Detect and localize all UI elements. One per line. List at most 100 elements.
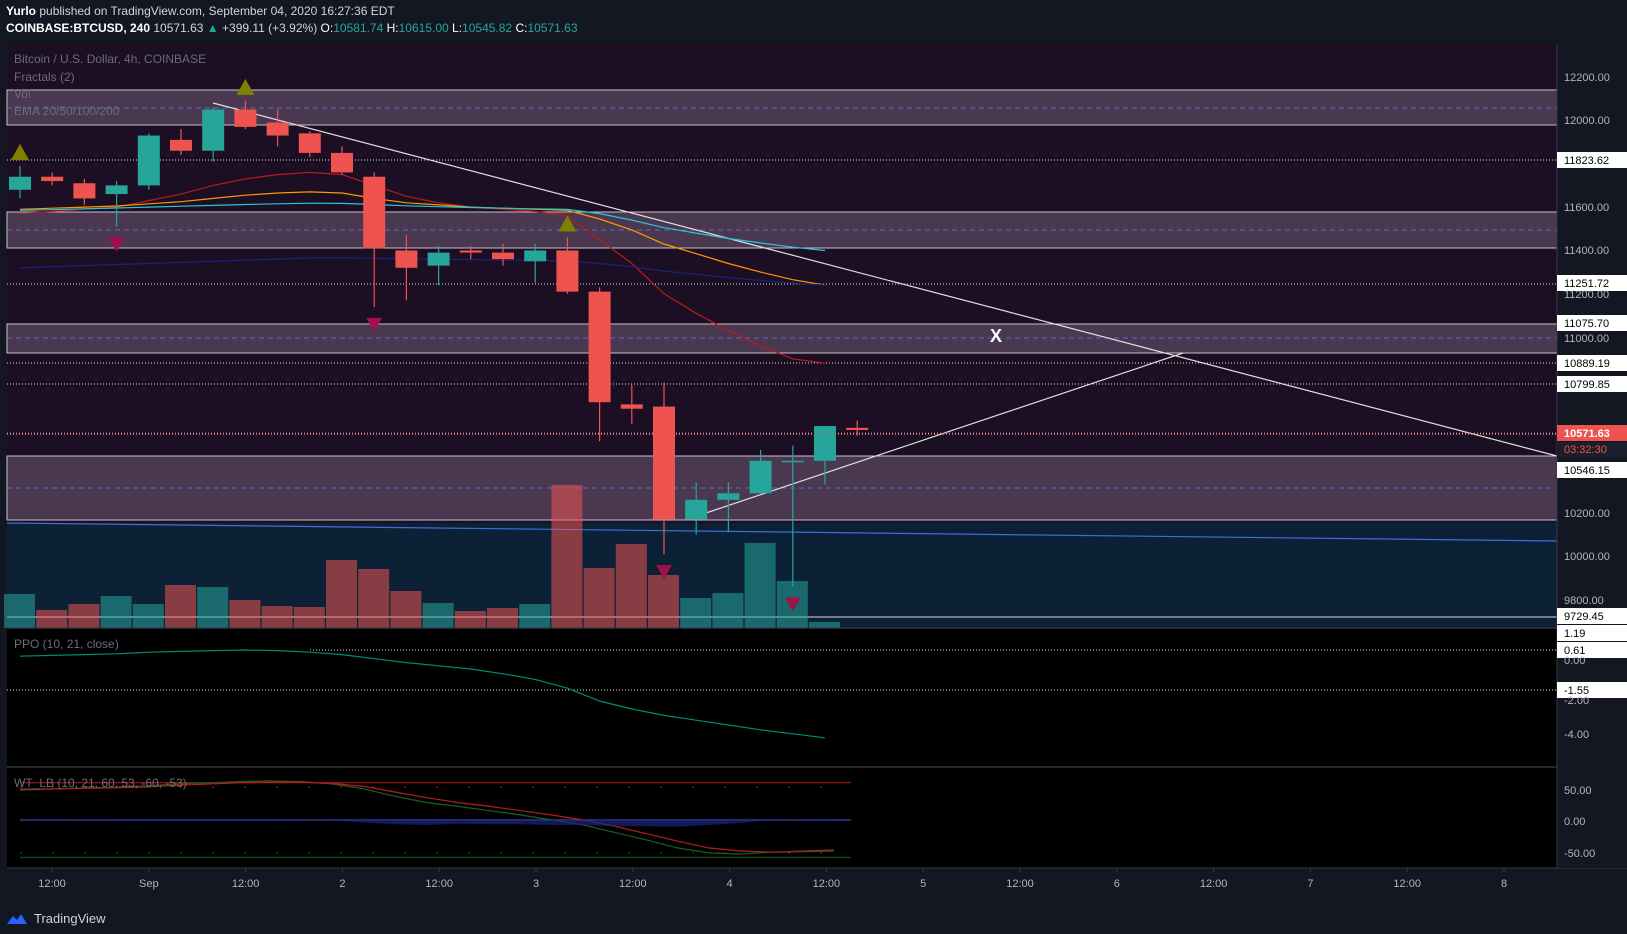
wt-tick-label: 50.00 bbox=[1564, 785, 1592, 797]
price-tick-label: 11400.00 bbox=[1564, 245, 1609, 257]
candle-body bbox=[588, 291, 611, 403]
candle-body bbox=[363, 176, 386, 249]
ppo-tick-label: -2.00 bbox=[1564, 695, 1589, 707]
price-tick-label: 11200.00 bbox=[1564, 289, 1609, 301]
price-tick-label: 10200.00 bbox=[1564, 508, 1610, 520]
time-tick-label: 12:00 bbox=[232, 878, 260, 890]
volume-bar bbox=[390, 591, 422, 628]
brand-label: TradingView bbox=[34, 911, 106, 926]
candle-body bbox=[653, 406, 675, 520]
candle-body bbox=[814, 426, 836, 461]
volume-bar bbox=[197, 587, 229, 628]
candle-body bbox=[41, 176, 64, 182]
candle-body bbox=[137, 135, 160, 186]
time-tick-label: 7 bbox=[1307, 878, 1313, 890]
volume-bar bbox=[744, 543, 776, 628]
candle-body bbox=[556, 250, 579, 292]
ppo-tick-label: 1.19 bbox=[1564, 628, 1585, 640]
candle-body bbox=[105, 185, 128, 195]
candle-body bbox=[846, 427, 869, 430]
volume-bar bbox=[487, 608, 518, 628]
volume-bar bbox=[519, 604, 551, 628]
ppo-tick-label: -4.00 bbox=[1564, 729, 1589, 741]
price-tick-label: 10000.00 bbox=[1564, 551, 1610, 563]
tradingview-logo[interactable]: TradingView bbox=[6, 911, 106, 926]
volume-bar bbox=[454, 611, 486, 628]
time-tick-label: 8 bbox=[1501, 878, 1507, 890]
volume-bar bbox=[165, 585, 196, 628]
time-tick-label: 12:00 bbox=[38, 878, 66, 890]
candle-body bbox=[492, 252, 514, 260]
wt-tick-label: 0.00 bbox=[1564, 816, 1585, 828]
candle-body bbox=[266, 122, 289, 136]
time-axis-labels: 12:00 Sep 12:00 2 12:00 3 12:00 4 12:00 5 12:00 6 12… bbox=[38, 868, 1507, 890]
price-tick-label: 12200.00 bbox=[1564, 72, 1610, 84]
time-tick-label: 4 bbox=[727, 878, 733, 890]
price-level-tag: 11823.62 bbox=[1564, 155, 1609, 167]
volume-bar bbox=[680, 598, 712, 628]
candle-body bbox=[395, 250, 418, 268]
volume-bar bbox=[648, 575, 679, 628]
candle-body bbox=[427, 252, 450, 266]
time-tick-label: 6 bbox=[1114, 878, 1120, 890]
tradingview-icon bbox=[7, 913, 27, 924]
volume-bar bbox=[261, 606, 293, 628]
time-tick-label: 12:00 bbox=[1200, 878, 1228, 890]
candle-body bbox=[73, 183, 96, 199]
time-tick-label: 3 bbox=[533, 878, 539, 890]
volume-bar bbox=[229, 600, 261, 628]
volume-bar bbox=[326, 560, 357, 628]
legend-ppo[interactable]: PPO (10, 21, close) bbox=[14, 637, 119, 651]
price-level-tag: 11075.70 bbox=[1564, 318, 1609, 330]
time-tick-label: 12:00 bbox=[1393, 878, 1421, 890]
volume-bar bbox=[132, 604, 164, 628]
legend-ema[interactable]: EMA 20/50/100/200 bbox=[14, 104, 119, 118]
candle-body bbox=[331, 152, 353, 173]
volume-bar bbox=[358, 569, 390, 628]
price-tick-label: 12000.00 bbox=[1564, 115, 1610, 127]
volume-bar bbox=[615, 544, 647, 628]
price-level-tag: 9729.45 bbox=[1564, 611, 1604, 623]
ppo-tick-label: 0.00 bbox=[1564, 655, 1585, 667]
legend-title[interactable]: Bitcoin / U.S. Dollar, 4h, COINBASE bbox=[14, 52, 206, 66]
price-level-tag: 10799.85 bbox=[1564, 379, 1610, 391]
candle-body bbox=[620, 404, 643, 409]
candle-body bbox=[749, 460, 772, 494]
candle-body bbox=[717, 493, 740, 500]
price-chart[interactable]: X 12200.00 12000.00 11823.62 11600.00 11400.… bbox=[0, 0, 1627, 934]
price-level-tag: 10889.19 bbox=[1564, 358, 1610, 370]
countdown-label: 03:32:30 bbox=[1564, 444, 1607, 456]
price-tick-label: 11000.00 bbox=[1564, 333, 1609, 345]
candle-body bbox=[170, 139, 192, 151]
time-tick-label: 12:00 bbox=[425, 878, 453, 890]
candle-body bbox=[298, 133, 321, 153]
legend-fractals[interactable]: Fractals (2) bbox=[14, 70, 75, 84]
candle-body bbox=[685, 499, 708, 520]
candle-body bbox=[202, 109, 225, 151]
candle-body bbox=[459, 250, 482, 253]
price-tick-label: 9800.00 bbox=[1564, 595, 1604, 607]
candle-body bbox=[524, 250, 547, 262]
time-tick-label: Sep bbox=[139, 878, 159, 890]
time-tick-label: 2 bbox=[339, 878, 345, 890]
volume-bar bbox=[4, 594, 35, 628]
time-tick-label: 12:00 bbox=[1006, 878, 1034, 890]
wt-tick-label: -50.00 bbox=[1564, 848, 1595, 860]
time-tick-label: 12:00 bbox=[813, 878, 841, 890]
time-tick-label: 12:00 bbox=[619, 878, 647, 890]
volume-bar bbox=[809, 622, 840, 628]
volume-bar bbox=[293, 607, 325, 628]
volume-bar bbox=[36, 610, 68, 628]
price-tag-label: 10571.63 bbox=[1564, 428, 1610, 440]
x-annotation[interactable]: X bbox=[990, 326, 1002, 346]
candle-body bbox=[9, 176, 31, 190]
candle-body bbox=[234, 109, 257, 127]
volume-bar bbox=[100, 596, 132, 628]
price-level-tag: 10546.15 bbox=[1564, 465, 1610, 477]
candle-body bbox=[781, 460, 804, 463]
legend-wt[interactable]: WT_LB (10, 21, 60, 53, -60, -53) bbox=[14, 776, 187, 790]
legend-vol[interactable]: Vol bbox=[14, 87, 31, 101]
volume-bar bbox=[583, 568, 615, 628]
volume-bar bbox=[68, 604, 100, 628]
volume-bar bbox=[712, 593, 744, 628]
